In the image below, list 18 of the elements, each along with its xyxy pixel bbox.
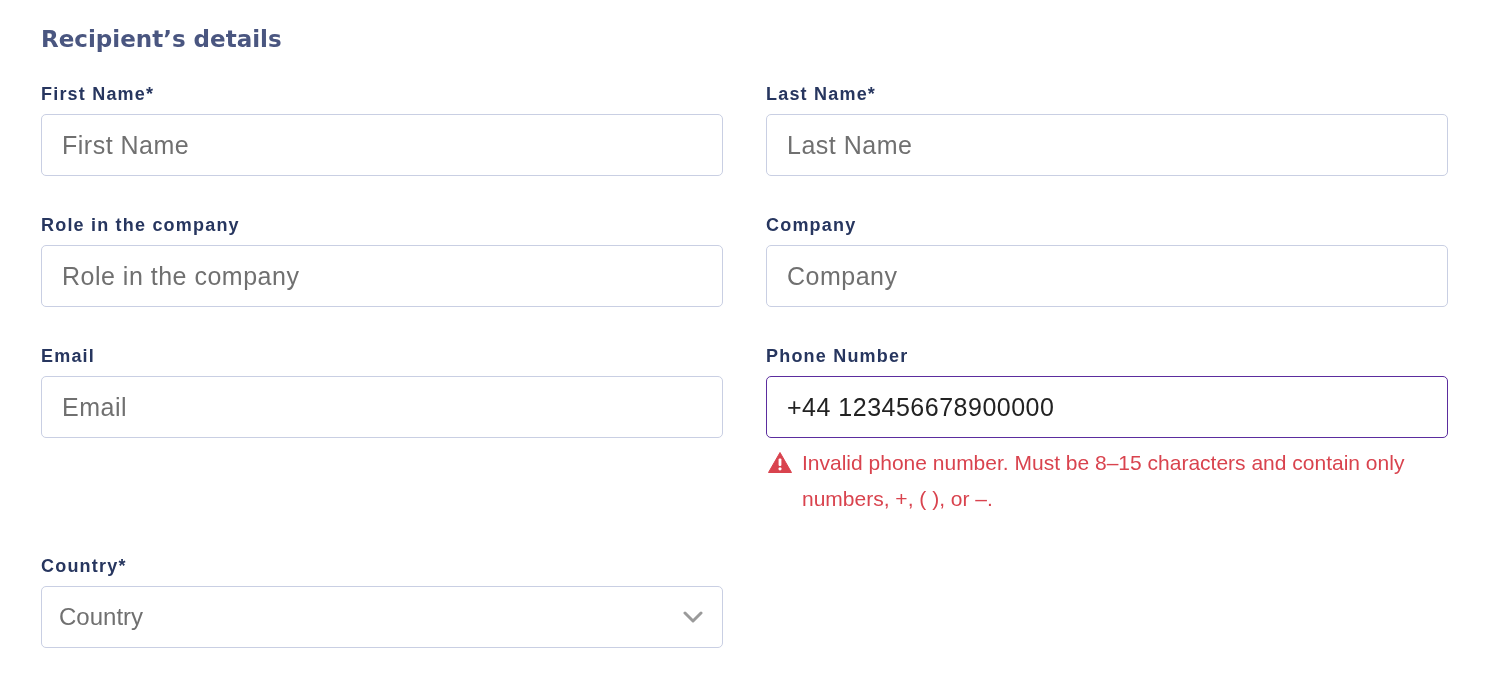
- field-label: Role in the company: [41, 215, 240, 235]
- section-heading: Recipient’s details: [41, 25, 282, 54]
- field-label: First Name*: [41, 84, 155, 104]
- dropdown-field[interactable]: Country: [41, 586, 723, 648]
- field-label: Last Name*: [766, 84, 877, 104]
- field-label: Email: [41, 346, 96, 366]
- error-message: Invalid phone number. Must be 8–15 characters and contain only numbers, +, ( ), or –.: [802, 450, 1406, 512]
- warning-icon: [768, 452, 792, 473]
- input-field[interactable]: First Name: [41, 114, 723, 176]
- field-label: Company: [766, 215, 857, 235]
- field-label: Phone Number: [766, 346, 909, 366]
- input-field[interactable]: Last Name: [766, 114, 1448, 176]
- input-field[interactable]: Role in the company: [41, 245, 723, 307]
- input-field[interactable]: +44 123456678900000: [766, 376, 1448, 438]
- input-field[interactable]: Company: [766, 245, 1448, 307]
- input-field[interactable]: Email: [41, 376, 723, 438]
- chevron-down-icon: [683, 611, 703, 623]
- field-label: Country*: [41, 556, 127, 576]
